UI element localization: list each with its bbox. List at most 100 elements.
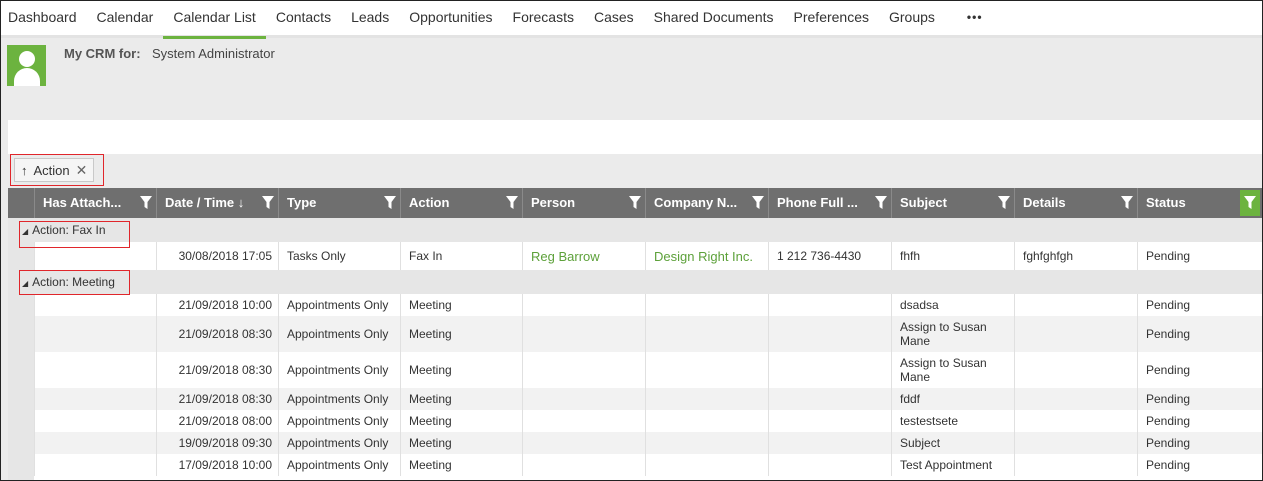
cell-has-attachment [34, 352, 156, 388]
cell-phone-full [768, 454, 891, 476]
filter-icon[interactable] [629, 196, 641, 209]
filter-icon[interactable] [998, 196, 1010, 209]
cell-status: Pending [1137, 316, 1236, 352]
cell-phone-full [768, 294, 891, 316]
nav-leads[interactable]: Leads [341, 1, 399, 36]
filter-icon[interactable] [1121, 196, 1133, 209]
cell-person[interactable] [522, 410, 645, 432]
cell-subject: testestsete [891, 410, 1014, 432]
nav-shared-documents[interactable]: Shared Documents [644, 1, 784, 36]
cell-subject: fhfh [891, 242, 1014, 270]
cell-action: Meeting [400, 352, 522, 388]
table-row[interactable]: 17/09/2018 10:00 Appointments Only Meeting… [34, 454, 1262, 476]
table-row[interactable]: 21/09/2018 08:30 Appointments Only Meeting… [34, 316, 1262, 352]
cell-has-attachment [34, 294, 156, 316]
cell-subject: Assign to Susan Mane [891, 352, 1014, 388]
column-header-subject[interactable]: Subject [891, 188, 1014, 218]
group-indent-column [8, 218, 34, 480]
cell-action: Meeting [400, 294, 522, 316]
cell-company-name[interactable] [645, 410, 768, 432]
column-header-date-time[interactable]: Date / Time ↓ [156, 188, 278, 218]
filter-icon[interactable] [384, 196, 396, 209]
filter-icon[interactable] [262, 196, 274, 209]
cell-person[interactable] [522, 454, 645, 476]
filter-icon[interactable] [506, 196, 518, 209]
column-header-company-name[interactable]: Company N... [645, 188, 768, 218]
group-row[interactable]: ◢ Action: Meeting [18, 270, 1262, 294]
filter-toggle-button[interactable] [1240, 190, 1260, 216]
cell-person[interactable] [522, 294, 645, 316]
table-row[interactable]: 21/09/2018 10:00 Appointments Only Meeting… [34, 294, 1262, 316]
top-nav: Dashboard Calendar Calendar List Contact… [1, 1, 1262, 39]
cell-company-name[interactable] [645, 454, 768, 476]
cell-company-name[interactable] [645, 432, 768, 454]
column-header-has-attachment[interactable]: Has Attach... [34, 188, 156, 218]
cell-has-attachment [34, 242, 156, 270]
cell-details [1014, 454, 1137, 476]
table-row[interactable]: 21/09/2018 08:00 Appointments Only Meeting… [34, 410, 1262, 432]
nav-preferences[interactable]: Preferences [784, 1, 879, 36]
column-header-action[interactable]: Action [400, 188, 522, 218]
group-chip-action[interactable]: ↑ Action ✕ [14, 158, 95, 182]
nav-calendar[interactable]: Calendar [87, 1, 164, 36]
group-row[interactable]: ◢ Action: Fax In [18, 218, 1262, 242]
cell-status: Pending [1137, 242, 1236, 270]
crm-user-name: System Administrator [152, 46, 275, 61]
nav-cases[interactable]: Cases [584, 1, 644, 36]
cell-person[interactable] [522, 316, 645, 352]
table-row[interactable]: 21/09/2018 08:30 Appointments Only Meeting… [34, 352, 1262, 388]
column-header-status[interactable]: Status [1137, 188, 1236, 218]
filter-icon[interactable] [140, 196, 152, 209]
cell-details [1014, 388, 1137, 410]
cell-type: Appointments Only [278, 352, 400, 388]
cell-company-name[interactable]: Design Right Inc. [645, 242, 768, 270]
cell-company-name[interactable] [645, 294, 768, 316]
cell-status: Pending [1137, 294, 1236, 316]
nav-more-button[interactable]: ••• [945, 1, 993, 36]
group-panel: ↑ Action ✕ [8, 154, 1262, 188]
column-header-person[interactable]: Person [522, 188, 645, 218]
column-header-label: Type [287, 195, 317, 210]
column-header-label: Status [1146, 195, 1186, 210]
cell-action: Fax In [400, 242, 522, 270]
column-header-phone-full[interactable]: Phone Full ... [768, 188, 891, 218]
cell-company-name[interactable] [645, 316, 768, 352]
nav-forecasts[interactable]: Forecasts [503, 1, 584, 36]
column-header-details[interactable]: Details [1014, 188, 1137, 218]
column-header-label: Company N... [654, 195, 738, 210]
cell-action: Meeting [400, 316, 522, 352]
cell-type: Appointments Only [278, 316, 400, 352]
nav-opportunities[interactable]: Opportunities [399, 1, 502, 36]
cell-has-attachment [34, 410, 156, 432]
cell-person[interactable] [522, 388, 645, 410]
table-row[interactable]: 21/09/2018 08:30 Appointments Only Meeting… [34, 388, 1262, 410]
nav-dashboard[interactable]: Dashboard [1, 1, 87, 36]
cell-company-name[interactable] [645, 352, 768, 388]
column-header-type[interactable]: Type [278, 188, 400, 218]
toolbar-area [8, 120, 1262, 154]
table-row[interactable]: 19/09/2018 09:30 Appointments Only Meeting… [34, 432, 1262, 454]
cell-type: Appointments Only [278, 294, 400, 316]
close-icon[interactable]: ✕ [76, 162, 88, 179]
nav-calendar-list[interactable]: Calendar List [163, 1, 266, 39]
collapse-triangle-icon[interactable]: ◢ [22, 279, 28, 288]
filter-icon[interactable] [875, 196, 887, 209]
cell-action: Meeting [400, 454, 522, 476]
cell-person[interactable] [522, 352, 645, 388]
cell-person[interactable] [522, 432, 645, 454]
cell-person[interactable]: Reg Barrow [522, 242, 645, 270]
collapse-triangle-icon[interactable]: ◢ [22, 227, 28, 236]
cell-status: Pending [1137, 352, 1236, 388]
cell-subject: fddf [891, 388, 1014, 410]
nav-contacts[interactable]: Contacts [266, 1, 341, 36]
cell-type: Appointments Only [278, 410, 400, 432]
filter-icon[interactable] [752, 196, 764, 209]
cell-date-time: 21/09/2018 08:30 [156, 316, 278, 352]
crm-label: My CRM for: [64, 46, 141, 61]
nav-groups[interactable]: Groups [879, 1, 945, 36]
cell-company-name[interactable] [645, 388, 768, 410]
cell-status: Pending [1137, 388, 1236, 410]
cell-action: Meeting [400, 410, 522, 432]
grid-body: ◢ Action: Fax In 30/08/2018 17:05 Tasks Onl… [8, 218, 1262, 480]
table-row[interactable]: 30/08/2018 17:05 Tasks Only Fax In Reg Barr… [34, 242, 1262, 270]
